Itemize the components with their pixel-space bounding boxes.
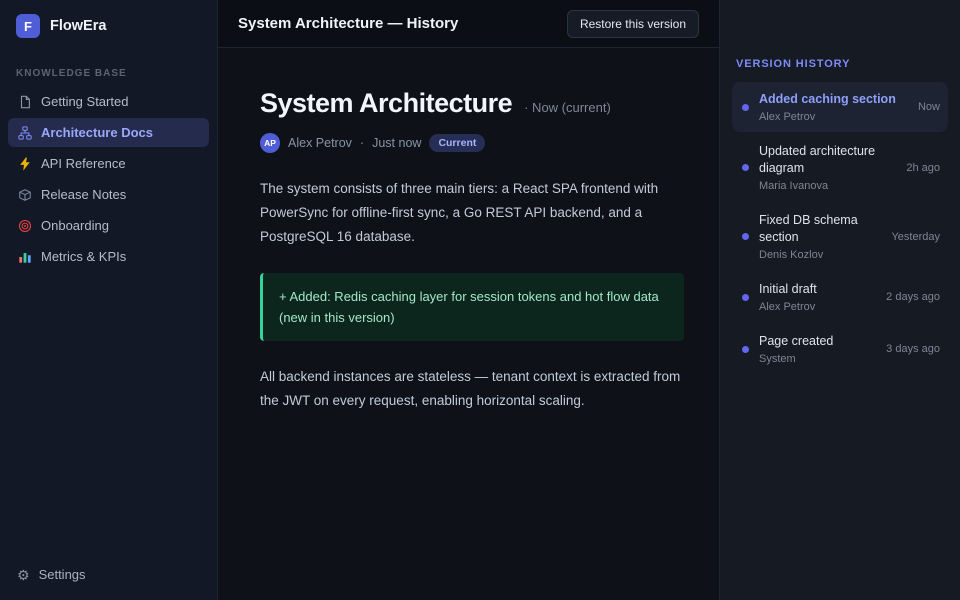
version-title: Added caching section [759, 91, 908, 108]
sidebar-section-label: KNOWLEDGE BASE [0, 54, 217, 87]
sidebar-spacer [0, 271, 217, 553]
version-dot-icon [742, 164, 749, 171]
version-time: Yesterday [891, 231, 940, 243]
sidebar-item-settings[interactable]: ⚙ Settings [0, 553, 217, 600]
version-time: 2h ago [906, 162, 940, 174]
top-bar: System Architecture — History Restore th… [218, 0, 719, 48]
sidebar-item-label: Architecture Docs [41, 125, 153, 140]
version-time: Now [918, 101, 940, 113]
avatar: AP [260, 133, 280, 153]
version-author: System [759, 353, 876, 365]
brand: F FlowEra [0, 0, 217, 54]
author-name: Alex Petrov [288, 136, 352, 150]
document-view: System Architecture · Now (current) AP A… [218, 48, 719, 600]
sidebar-item-label: API Reference [41, 156, 126, 171]
settings-label: Settings [39, 567, 86, 582]
current-version-badge: Current [429, 134, 485, 152]
version-time: 3 days ago [886, 343, 940, 355]
byline-separator: · [360, 136, 364, 150]
version-dot-icon [742, 104, 749, 111]
target-icon [17, 219, 32, 233]
app-logo: F [16, 14, 40, 38]
document-title-row: System Architecture · Now (current) [260, 88, 719, 119]
app-name: FlowEra [50, 18, 106, 34]
sidebar-item-metrics-kpis[interactable]: Metrics & KPIs [8, 242, 209, 271]
page-title: System Architecture — History [238, 15, 458, 32]
version-dot-icon [742, 346, 749, 353]
version-history-title: VERSION HISTORY [732, 16, 948, 82]
sidebar-nav: Getting Started Architecture Docs API Re… [0, 87, 217, 271]
version-dot-icon [742, 233, 749, 240]
version-history-list: Added caching section Alex Petrov Now Up… [732, 82, 948, 374]
version-item[interactable]: Added caching section Alex Petrov Now [732, 82, 948, 132]
document-title: System Architecture [260, 88, 512, 119]
document-byline: AP Alex Petrov · Just now Current [260, 133, 719, 153]
version-title: Initial draft [759, 281, 876, 298]
version-author: Alex Petrov [759, 111, 908, 123]
version-item[interactable]: Page created System 3 days ago [732, 324, 948, 374]
version-title: Page created [759, 333, 876, 350]
document-title-suffix: · Now (current) [524, 100, 611, 115]
main-area: System Architecture — History Restore th… [218, 0, 719, 600]
version-title: Fixed DB schema section [759, 212, 881, 246]
sidebar-item-api-reference[interactable]: API Reference [8, 149, 209, 178]
bolt-icon [17, 157, 32, 171]
version-item[interactable]: Updated architecture diagram Maria Ivano… [732, 134, 948, 201]
document-paragraph-1: The system consists of three main tiers:… [260, 177, 684, 249]
version-dot-icon [742, 294, 749, 301]
box-icon [17, 188, 32, 202]
sidebar-item-architecture-docs[interactable]: Architecture Docs [8, 118, 209, 147]
sidebar-item-label: Release Notes [41, 187, 126, 202]
document-icon [17, 95, 32, 109]
sidebar-item-onboarding[interactable]: Onboarding [8, 211, 209, 240]
edit-time: Just now [372, 136, 421, 150]
version-author: Maria Ivanova [759, 180, 896, 192]
bar-chart-icon [17, 250, 32, 264]
sidebar-item-label: Metrics & KPIs [41, 249, 126, 264]
sitemap-icon [17, 126, 32, 140]
version-author: Alex Petrov [759, 301, 876, 313]
version-item[interactable]: Initial draft Alex Petrov 2 days ago [732, 272, 948, 322]
gear-icon: ⚙ [17, 568, 30, 582]
sidebar-item-label: Onboarding [41, 218, 109, 233]
version-history-panel: VERSION HISTORY Added caching section Al… [719, 0, 960, 600]
sidebar-item-getting-started[interactable]: Getting Started [8, 87, 209, 116]
version-time: 2 days ago [886, 291, 940, 303]
document-paragraph-2: All backend instances are stateless — te… [260, 365, 684, 413]
version-author: Denis Kozlov [759, 249, 881, 261]
restore-version-button[interactable]: Restore this version [567, 10, 699, 38]
version-item[interactable]: Fixed DB schema section Denis Kozlov Yes… [732, 203, 948, 270]
left-sidebar: F FlowEra KNOWLEDGE BASE Getting Started… [0, 0, 218, 600]
version-title: Updated architecture diagram [759, 143, 896, 177]
sidebar-item-release-notes[interactable]: Release Notes [8, 180, 209, 209]
diff-added-block: + Added: Redis caching layer for session… [260, 273, 684, 341]
sidebar-item-label: Getting Started [41, 94, 128, 109]
